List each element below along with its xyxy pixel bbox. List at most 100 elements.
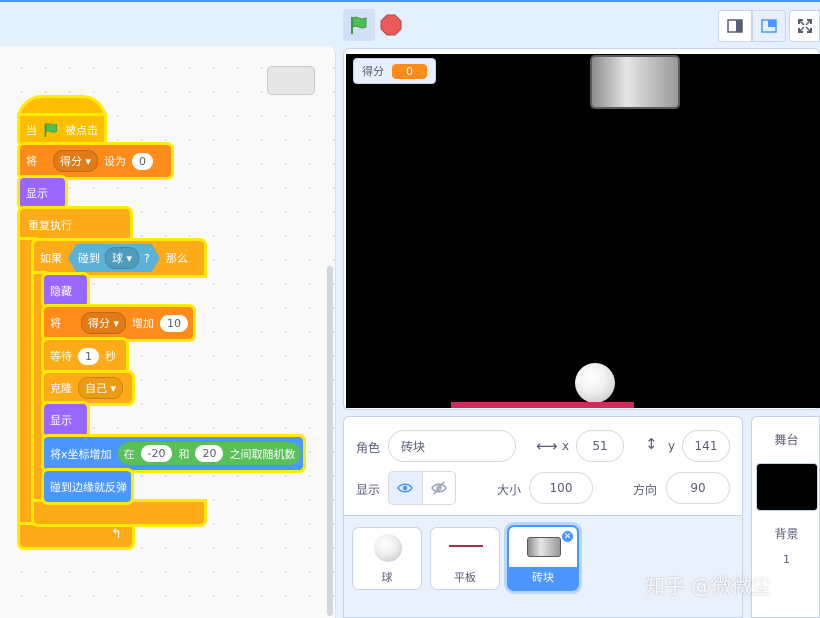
backdrop-thumbnail[interactable] bbox=[756, 463, 818, 511]
random-in-label: 在 bbox=[123, 447, 135, 461]
backdrop-label: 背景 bbox=[774, 527, 799, 541]
sprite-label: 角色 bbox=[356, 441, 381, 455]
random-operator[interactable]: 在 -20 和 20 之间取随机数 bbox=[117, 442, 302, 465]
hat-prefix-text: 当 bbox=[26, 124, 37, 137]
stage-toolbar bbox=[0, 2, 820, 44]
change-x-block[interactable]: 将x坐标增加 在 -20 和 20 之间取随机数 bbox=[44, 437, 303, 470]
ball-thumbnail bbox=[374, 534, 402, 562]
hat-suffix-text: 被点击 bbox=[65, 124, 98, 137]
monitor-value: 0 bbox=[392, 63, 427, 79]
forever-label: 重复执行 bbox=[22, 214, 78, 236]
sprite-name-brick: 砖块 bbox=[509, 567, 577, 589]
y-arrows-icon: ↕ bbox=[645, 435, 658, 453]
sprite-name-value: 砖块 bbox=[401, 439, 426, 454]
loop-arrow-icon: ↰ bbox=[111, 527, 122, 542]
forever-text: 重复执行 bbox=[28, 219, 72, 232]
stage-pane-title: 舞台 bbox=[774, 433, 799, 447]
if-bottom bbox=[34, 502, 204, 524]
fullscreen-icon bbox=[797, 19, 812, 33]
direction-value: 90 bbox=[690, 481, 706, 495]
backdrop-count: 1 bbox=[783, 553, 790, 566]
hide-sprite-button[interactable] bbox=[423, 472, 456, 504]
sprite-tile-brick[interactable]: ✕ 砖块 bbox=[507, 525, 579, 591]
x-value: 51 bbox=[592, 439, 608, 453]
touching-label: 碰到 bbox=[78, 252, 100, 265]
monitor-label: 得分 bbox=[362, 65, 384, 78]
eye-off-icon bbox=[430, 481, 447, 495]
small-stage-button[interactable] bbox=[718, 10, 752, 42]
paddle-sprite[interactable] bbox=[451, 402, 634, 408]
visibility-toggle bbox=[388, 471, 456, 505]
paddle-thumbnail bbox=[449, 545, 483, 547]
show-block-2[interactable]: 显示 bbox=[44, 404, 87, 436]
show-label: 显示 bbox=[26, 187, 48, 200]
normal-stage-button[interactable] bbox=[752, 10, 786, 42]
if-label: 如果 bbox=[40, 252, 62, 265]
touching-condition[interactable]: 碰到 球 ▾ ? bbox=[68, 244, 160, 272]
random-suffix-label: 之间取随机数 bbox=[229, 447, 296, 461]
sprite-tile-ball[interactable]: 球 bbox=[352, 527, 422, 590]
workspace-drag-target[interactable] bbox=[267, 66, 315, 95]
size-value: 100 bbox=[549, 481, 573, 495]
create-clone-block[interactable]: 克隆 自己 ▾ bbox=[44, 373, 132, 403]
set-to-label: 设为 bbox=[104, 155, 127, 168]
then-label: 那么 bbox=[165, 252, 188, 265]
watermark: 知乎 @微微尘 bbox=[645, 574, 772, 598]
clone-target-dropdown[interactable]: 自己 ▾ bbox=[78, 377, 124, 399]
small-stage-icon bbox=[727, 19, 743, 33]
show-block[interactable]: 显示 bbox=[20, 178, 65, 208]
hide-block[interactable]: 隐藏 bbox=[44, 275, 87, 306]
delete-sprite-icon[interactable]: ✕ bbox=[561, 530, 574, 543]
set-variable-block[interactable]: 将 得分 ▾ 设为 0 bbox=[20, 145, 171, 177]
change-variable-dropdown[interactable]: 得分 ▾ bbox=[81, 312, 127, 334]
stop-icon bbox=[380, 14, 402, 36]
change-label: 将 bbox=[50, 317, 61, 330]
wait-block[interactable]: 等待 1 秒 bbox=[44, 340, 126, 372]
touching-question: ? bbox=[144, 251, 150, 265]
fullscreen-button[interactable] bbox=[789, 10, 820, 42]
sprite-tile-paddle[interactable]: 平板 bbox=[430, 527, 500, 590]
touching-target: 球 bbox=[112, 252, 123, 265]
sprite-name-input[interactable]: 砖块 bbox=[388, 430, 516, 462]
random-and-label: 和 bbox=[178, 447, 190, 461]
green-flag-button[interactable] bbox=[343, 9, 375, 41]
touching-target-dropdown[interactable]: 球 ▾ bbox=[105, 247, 139, 269]
set-label: 将 bbox=[26, 155, 37, 168]
x-input[interactable]: 51 bbox=[576, 430, 624, 462]
random-from-input[interactable]: -20 bbox=[140, 445, 173, 462]
change-variable-block[interactable]: 将 得分 ▾ 增加 10 bbox=[44, 307, 193, 339]
wait-value-input[interactable]: 1 bbox=[78, 347, 99, 365]
if-arm bbox=[34, 274, 44, 504]
score-monitor[interactable]: 得分 0 bbox=[353, 58, 436, 84]
change-by-label: 增加 bbox=[132, 317, 155, 330]
wait-label: 等待 bbox=[50, 350, 72, 363]
when-flag-clicked-block[interactable]: 当 被点击 bbox=[20, 116, 104, 144]
stage-canvas[interactable] bbox=[346, 54, 820, 408]
change-value-input[interactable]: 10 bbox=[160, 314, 189, 332]
set-value-input[interactable]: 0 bbox=[132, 152, 154, 170]
ball-sprite[interactable] bbox=[575, 363, 615, 403]
stop-button[interactable] bbox=[380, 14, 402, 36]
change-variable-name: 得分 bbox=[88, 317, 110, 330]
y-input[interactable]: 141 bbox=[682, 430, 730, 462]
variable-name: 得分 bbox=[60, 155, 82, 168]
clone-label: 克隆 bbox=[50, 382, 72, 395]
brick-sprite[interactable] bbox=[590, 55, 680, 109]
bounce-label: 碰到边缘就反弹 bbox=[50, 480, 127, 494]
if-row: 如果 碰到 球 ▾ ? 那么 bbox=[34, 247, 194, 269]
variable-dropdown[interactable]: 得分 ▾ bbox=[53, 150, 99, 172]
sprite-name-paddle: 平板 bbox=[454, 571, 476, 584]
random-to-input[interactable]: 20 bbox=[195, 445, 224, 462]
workspace-scrollbar[interactable] bbox=[327, 266, 333, 616]
change-x-label: 将x坐标增加 bbox=[50, 447, 112, 461]
direction-input[interactable]: 90 bbox=[666, 472, 730, 504]
hide-label: 隐藏 bbox=[50, 284, 72, 298]
clone-target: 自己 bbox=[85, 382, 107, 395]
size-input[interactable]: 100 bbox=[529, 472, 593, 504]
show-sprite-button[interactable] bbox=[389, 472, 423, 504]
bounce-on-edge-block[interactable]: 碰到边缘就反弹 bbox=[44, 471, 131, 502]
wait-unit: 秒 bbox=[105, 350, 116, 363]
green-flag-icon bbox=[351, 16, 367, 34]
direction-label: 方向 bbox=[633, 483, 658, 497]
green-flag-icon bbox=[44, 123, 57, 138]
